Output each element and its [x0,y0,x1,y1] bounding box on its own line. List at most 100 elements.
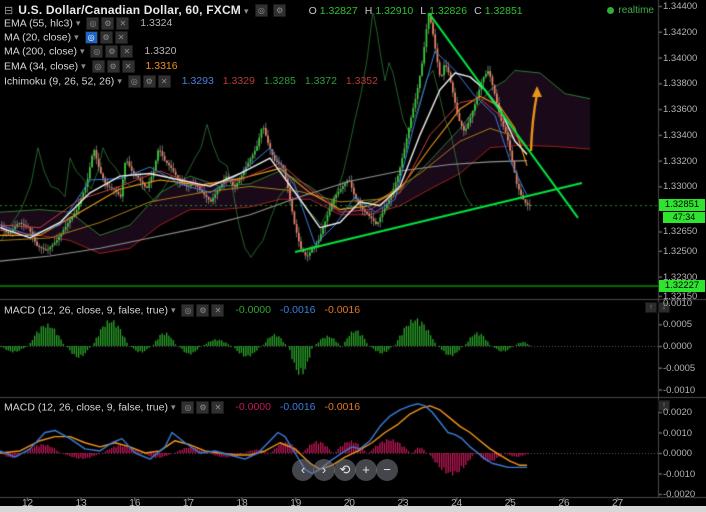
price-axis-label: 1.33800 [663,78,698,90]
gear-icon[interactable]: ⚙ [105,45,119,58]
chevron-down-icon[interactable]: ▾ [76,18,81,28]
price-axis-label: 1.33200 [663,155,698,167]
close-icon[interactable]: ✕ [120,45,134,58]
low-value: 1.32826 [429,5,468,17]
indicator-label[interactable]: MACD (12, 26, close, 9, false, true) [4,304,168,316]
collapse-watchlist-icon[interactable]: ⊟ [4,5,13,17]
indicator-value: -0.0016 [279,401,316,414]
macd2-axis-label: 0.0020 [663,407,693,418]
indicator-value: -0.0016 [324,401,361,414]
gear-icon[interactable]: ⚙ [196,401,210,414]
indicator-label[interactable]: EMA (34, close) [4,60,78,72]
time-axis-label: 23 [397,498,409,509]
time-axis-label: 20 [343,498,355,509]
indicator-value: -0.0016 [324,304,361,317]
macd1-axis-label: 0.0005 [663,319,693,331]
indicator-value: 1.3320 [144,45,177,58]
macd1-axis-label: 0.0000 [663,341,693,352]
gear-icon[interactable]: ⚙ [99,31,113,44]
trading-chart-app: { "ui": { "caret": "▾", "collapse": "⊟",… [0,0,706,512]
realtime-dot-icon [607,7,615,14]
macd1-axis-label: -0.0010 [663,384,696,396]
price-axis-label: 1.33400 [663,129,698,141]
time-axis-label: 25 [504,498,516,509]
gear-icon[interactable]: ⚙ [101,17,115,30]
gear-icon[interactable]: ⚙ [142,75,156,88]
indicator-label[interactable]: MA (200, close) [4,45,77,57]
eye-icon[interactable]: ◎ [127,75,141,88]
indicator-value: -0.0000 [235,401,271,414]
indicator-label[interactable]: MA (20, close) [4,31,71,43]
macd1-axis-label: 0.0010 [663,297,693,309]
macd2-axis-label: 0.0010 [663,427,693,439]
chart-header: ⊟ U.S. Dollar/Canadian Dollar, 60, FXCM ▾ … [4,3,523,18]
time-axis-label: 13 [75,498,87,509]
indicator-row-ema55: EMA (55, hlc3) ▾ ◎ ⚙ ✕ 1.3324 [4,17,172,30]
high-value: 1.32910 [375,5,414,17]
indicator-value: 1.3324 [140,17,173,30]
indicator-value: 1.3285 [263,75,296,88]
gear-icon[interactable]: ⚙ [196,304,210,317]
eye-icon[interactable]: ◎ [91,60,105,73]
chevron-down-icon[interactable]: ▾ [171,402,176,412]
low-label: L [420,5,427,17]
chevron-down-icon[interactable]: ▾ [117,76,122,86]
price-axis-label: 1.34200 [663,26,698,38]
eye-icon[interactable]: ◎ [181,304,195,317]
indicator-row-ichimoku: Ichimoku (9, 26, 52, 26) ▾ ◎ ⚙ ✕ 1.3293 1.3… [4,75,378,88]
indicator-value: -0.0016 [279,304,316,317]
gear-icon[interactable]: ⚙ [106,60,120,73]
price-axis-label: 1.32300 [663,271,698,283]
close-icon[interactable]: ✕ [116,17,130,30]
eye-icon[interactable]: ◎ [90,45,104,58]
indicator-value: 1.3352 [345,75,378,88]
eye-icon[interactable]: ◎ [86,17,100,30]
symbol-title[interactable]: U.S. Dollar/Canadian Dollar, 60, FXCM [18,3,241,17]
indicator-label[interactable]: Ichimoku (9, 26, 52, 26) [4,75,114,87]
indicator-row-macd-1: MACD (12, 26, close, 9, false, true) ▾ ◎ ⚙… [4,304,360,317]
indicator-row-macd-2: MACD (12, 26, close, 9, false, true) ▾ ◎ ⚙… [4,401,360,414]
price-axis-label: 1.32650 [663,226,698,238]
time-axis-label: 16 [129,498,141,509]
time-axis-label: 27 [612,498,624,509]
zoom-in-button[interactable]: + [355,459,377,481]
indicator-value: 1.3316 [145,60,178,73]
price-axis-label: 1.34400 [663,1,698,12]
indicator-label[interactable]: MACD (12, 26, close, 9, false, true) [4,401,168,413]
zoom-out-button[interactable]: − [376,459,398,481]
close-icon[interactable]: ✕ [114,31,128,44]
close-icon[interactable]: ✕ [211,304,225,317]
macd2-axis-label: -0.0010 [663,468,696,480]
chevron-down-icon[interactable]: ▾ [81,61,86,71]
close-icon[interactable]: ✕ [121,60,135,73]
realtime-label: realtime [618,5,654,16]
close-icon[interactable]: ✕ [211,401,225,414]
scroll-left-button[interactable]: ‹ [292,459,314,481]
time-axis-label: 17 [182,498,195,509]
chevron-down-icon[interactable]: ▾ [80,46,85,56]
close-label: C [474,5,482,17]
eye-icon[interactable]: ◎ [181,401,195,414]
time-axis-label: 18 [236,498,248,509]
eye-icon[interactable]: ◎ [84,31,98,44]
indicator-label[interactable]: EMA (55, hlc3) [4,17,73,29]
indicator-value: 1.3372 [304,75,337,88]
eye-icon[interactable]: ◎ [254,4,268,18]
chevron-down-icon[interactable]: ▾ [74,32,79,42]
pane-up-icon[interactable]: ↑ [645,302,657,313]
macd1-axis-label: -0.0005 [663,362,696,374]
scroll-right-button[interactable]: › [313,459,335,481]
open-value: 1.32827 [319,5,358,17]
price-axis-label: 1.33000 [663,181,698,193]
price-axis-label: 1.32500 [663,245,698,257]
close-icon[interactable]: ✕ [157,75,171,88]
realtime-status: realtime [607,5,654,16]
indicator-row-ema34: EMA (34, close) ▾ ◎ ⚙ ✕ 1.3316 [4,60,178,73]
time-axis-label: 26 [558,498,570,509]
indicator-row-ma20: MA (20, close) ▾ ◎ ⚙ ✕ [4,31,130,44]
chevron-down-icon[interactable]: ▾ [171,305,176,315]
chevron-down-icon[interactable]: ▾ [244,6,249,16]
time-axis-label: 19 [290,498,302,509]
gear-icon[interactable]: ⚙ [273,4,287,18]
reset-view-button[interactable]: ⟲ [334,459,356,481]
